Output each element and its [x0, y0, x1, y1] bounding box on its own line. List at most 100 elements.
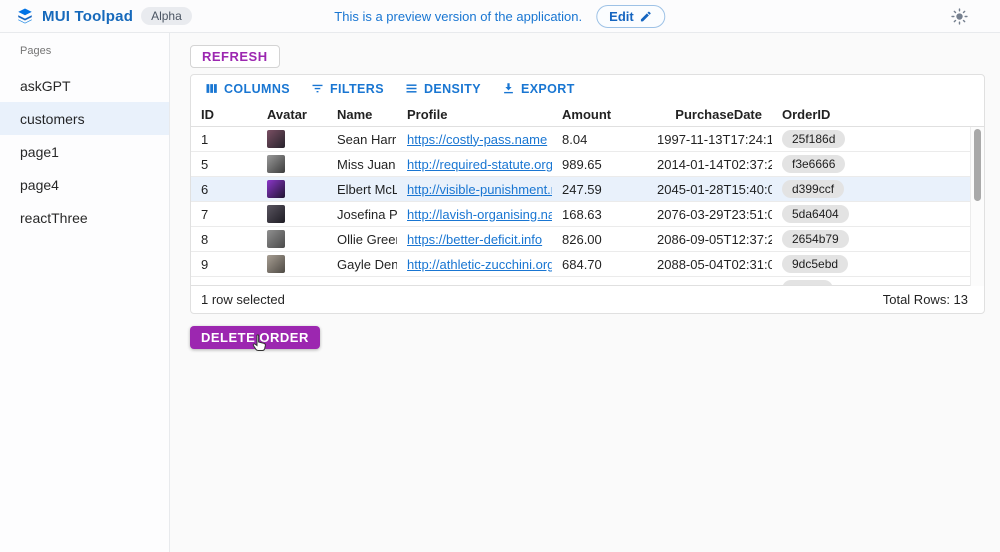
cell-name: Gayle Den...: [327, 257, 397, 272]
order-id-chip-partial: [782, 280, 833, 285]
density-icon: [404, 81, 419, 96]
sidebar-item-reactthree[interactable]: reactThree: [0, 201, 169, 234]
filter-icon: [310, 81, 325, 96]
avatar: [267, 155, 285, 173]
column-header-purchasedate[interactable]: PurchaseDate: [647, 107, 772, 122]
cell-purchasedate: 2045-01-28T15:40:06.325Z: [647, 182, 772, 197]
export-button-label: EXPORT: [521, 82, 575, 96]
order-id-chip: f3e6666: [782, 155, 845, 173]
cell-purchasedate: 2076-03-29T23:51:07.968Z: [647, 207, 772, 222]
table-row-partial[interactable]: [191, 277, 970, 285]
refresh-button[interactable]: REFRESH: [190, 45, 280, 68]
filters-button[interactable]: FILTERS: [305, 78, 389, 99]
table-row[interactable]: 9 Gayle Den... http://athletic-zucchini.…: [191, 252, 970, 277]
filters-button-label: FILTERS: [330, 82, 384, 96]
cell-purchasedate: 2088-05-04T02:31:03.294Z: [647, 257, 772, 272]
grid-toolbar: COLUMNS FILTERS DE: [191, 75, 984, 102]
scrollbar-thumb[interactable]: [974, 129, 981, 201]
column-header-name[interactable]: Name: [327, 107, 397, 122]
order-id-chip: 5da6404: [782, 205, 849, 223]
table-row[interactable]: 5 Miss Juan ... http://required-statute.…: [191, 152, 970, 177]
grid-rows: 1 Sean Harris https://costly-pass.name 8…: [191, 127, 970, 285]
table-row-selected[interactable]: 6 Elbert McL... http://visible-punishmen…: [191, 177, 970, 202]
density-button-label: DENSITY: [424, 82, 481, 96]
total-rows: Total Rows: 13: [883, 292, 968, 307]
export-button[interactable]: EXPORT: [496, 78, 580, 99]
profile-link[interactable]: https://better-deficit.info: [407, 232, 542, 247]
theme-toggle-button[interactable]: [947, 4, 972, 29]
cell-amount: 684.70: [552, 257, 647, 272]
order-id-chip: 9dc5ebd: [782, 255, 848, 273]
column-header-amount[interactable]: Amount: [552, 107, 647, 122]
cell-id: 9: [191, 257, 257, 272]
order-id-chip: 2654b79: [782, 230, 849, 248]
grid-vertical-scrollbar[interactable]: [970, 127, 984, 286]
cell-id: 8: [191, 232, 257, 247]
table-row[interactable]: 8 Ollie Green... https://better-deficit.…: [191, 227, 970, 252]
avatar: [267, 255, 285, 273]
column-header-profile[interactable]: Profile: [397, 107, 552, 122]
cell-id: 7: [191, 207, 257, 222]
profile-link[interactable]: https://costly-pass.name: [407, 132, 547, 147]
alpha-badge: Alpha: [141, 7, 192, 25]
data-grid: COLUMNS FILTERS DE: [190, 74, 985, 314]
sidebar-item-askgpt[interactable]: askGPT: [0, 69, 169, 102]
sidebar-nav: askGPT customers page1 page4 reactThree: [0, 69, 169, 234]
delete-order-button[interactable]: DELETE ORDER: [190, 326, 320, 349]
preview-banner-text: This is a preview version of the applica…: [334, 9, 582, 24]
table-row[interactable]: 7 Josefina P... http://lavish-organising…: [191, 202, 970, 227]
cell-name: Sean Harris: [327, 132, 397, 147]
sidebar: Pages askGPT customers page1 page4 react…: [0, 33, 170, 552]
cell-name: Josefina P...: [327, 207, 397, 222]
avatar: [267, 230, 285, 248]
table-row[interactable]: 1 Sean Harris https://costly-pass.name 8…: [191, 127, 970, 152]
sidebar-item-customers[interactable]: customers: [0, 102, 169, 135]
cell-id: 1: [191, 132, 257, 147]
profile-link[interactable]: http://required-statute.org: [407, 157, 552, 172]
cell-purchasedate: 2014-01-14T02:37:28.536Z: [647, 157, 772, 172]
cell-name: Ollie Green...: [327, 232, 397, 247]
order-id-chip: 25f186d: [782, 130, 845, 148]
sun-icon: [951, 8, 968, 25]
avatar: [267, 130, 285, 148]
grid-header-row: ID Avatar Name Profile Amount PurchaseDa…: [191, 102, 984, 127]
profile-link[interactable]: http://athletic-zucchini.org: [407, 257, 552, 272]
profile-link[interactable]: http://lavish-organising.name: [407, 207, 552, 222]
app-bar: MUI Toolpad Alpha This is a preview vers…: [0, 0, 1000, 33]
density-button[interactable]: DENSITY: [399, 78, 486, 99]
column-header-orderid[interactable]: OrderID: [772, 107, 984, 122]
cell-purchasedate: 2086-09-05T12:37:27.015Z: [647, 232, 772, 247]
cell-amount: 8.04: [552, 132, 647, 147]
cell-amount: 989.65: [552, 157, 647, 172]
cell-name: Miss Juan ...: [327, 157, 397, 172]
columns-button[interactable]: COLUMNS: [199, 78, 295, 99]
cell-amount: 168.63: [552, 207, 647, 222]
edit-button[interactable]: Edit: [596, 5, 666, 28]
view-column-icon: [204, 81, 219, 96]
app-title: MUI Toolpad: [42, 8, 133, 25]
columns-button-label: COLUMNS: [224, 82, 290, 96]
order-id-chip: d399ccf: [782, 180, 844, 198]
cell-id: 5: [191, 157, 257, 172]
column-header-avatar[interactable]: Avatar: [257, 107, 327, 122]
selection-status: 1 row selected: [201, 292, 285, 307]
pencil-icon: [640, 10, 653, 23]
export-download-icon: [501, 81, 516, 96]
brand: MUI Toolpad Alpha: [16, 7, 192, 25]
main-content: REFRESH COLUMNS: [170, 33, 1000, 552]
profile-link[interactable]: http://visible-punishment.net: [407, 182, 552, 197]
column-header-id[interactable]: ID: [191, 107, 257, 122]
cell-amount: 247.59: [552, 182, 647, 197]
cell-name: Elbert McL...: [327, 182, 397, 197]
avatar: [267, 205, 285, 223]
grid-footer: 1 row selected Total Rows: 13: [191, 285, 984, 313]
cell-purchasedate: 1997-11-13T17:24:11.769Z: [647, 132, 772, 147]
sidebar-item-page1[interactable]: page1: [0, 135, 169, 168]
toolpad-logo-icon: [16, 7, 34, 25]
sidebar-section-label: Pages: [0, 45, 169, 69]
cell-amount: 826.00: [552, 232, 647, 247]
edit-button-label: Edit: [609, 9, 634, 24]
cell-id: 6: [191, 182, 257, 197]
avatar: [267, 180, 285, 198]
sidebar-item-page4[interactable]: page4: [0, 168, 169, 201]
